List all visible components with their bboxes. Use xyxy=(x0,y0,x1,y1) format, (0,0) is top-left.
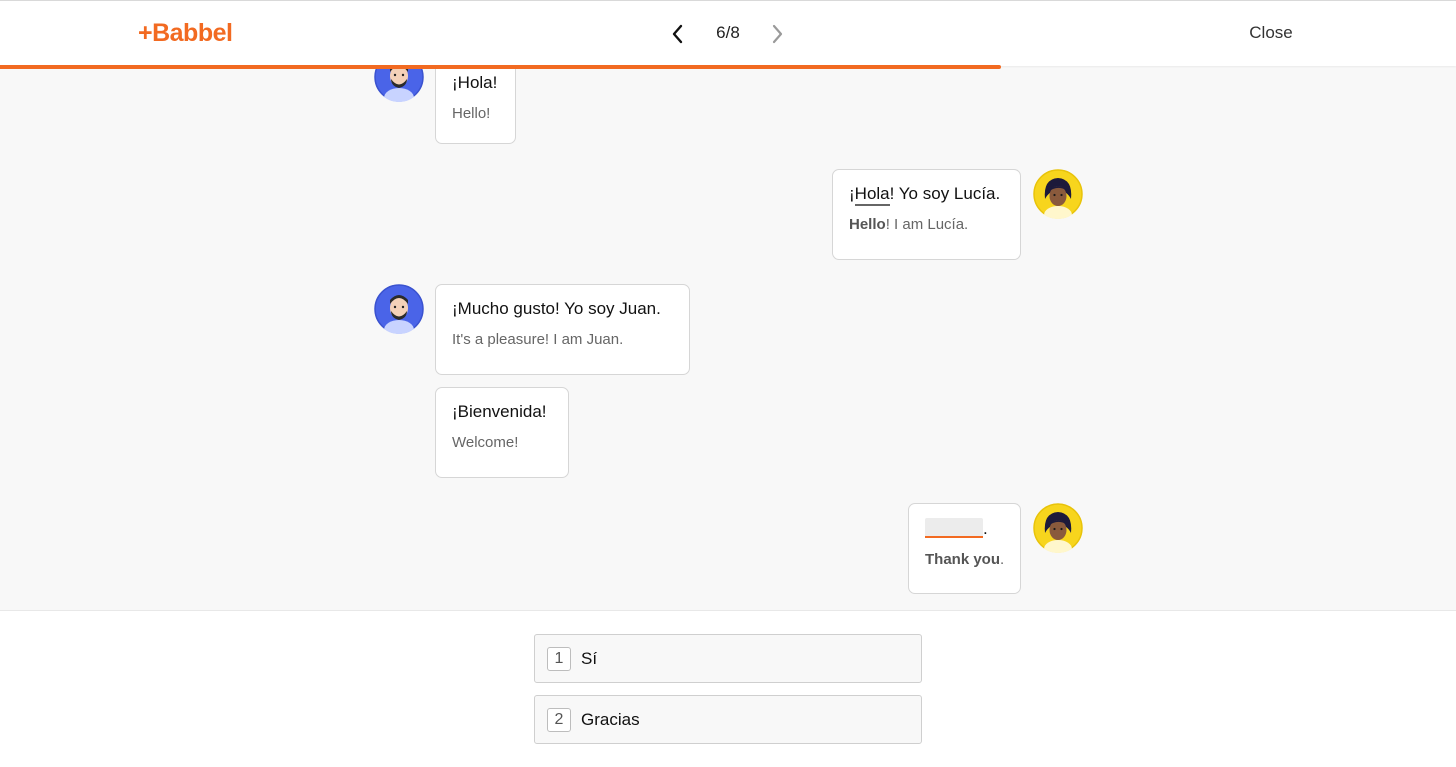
dialogue-area[interactable]: ¡Hola! Hello! ¡Hola! Yo soy Lucía. Hello… xyxy=(0,66,1456,610)
text-suffix: . xyxy=(983,519,988,538)
highlighted-word[interactable]: Hola xyxy=(854,184,890,206)
answer-blank[interactable] xyxy=(925,518,983,538)
translation-highlight: Thank you xyxy=(925,551,1001,568)
translation-rest: ! I am Lucía. xyxy=(885,216,969,233)
lesson-progress-bar xyxy=(0,65,1456,70)
spanish-text: ¡Bienvenida! xyxy=(452,402,547,421)
message-bubble[interactable]: ¡Hola! Yo soy Lucía. Hello! I am Lucía. xyxy=(832,169,1021,260)
spanish-text: ¡Hola! xyxy=(452,73,498,92)
next-button[interactable] xyxy=(765,21,789,47)
chevron-left-icon xyxy=(672,24,683,44)
option-number: 1 xyxy=(547,646,571,671)
option-gracias[interactable]: 2 Gracias xyxy=(534,695,922,744)
juan-avatar xyxy=(374,284,424,334)
option-label: Gracias xyxy=(581,709,640,729)
previous-button[interactable] xyxy=(666,21,690,47)
spanish-text: ¡Hola! Yo soy Lucía. xyxy=(849,184,1004,206)
option-label: Sí xyxy=(581,648,598,668)
translation-rest: . xyxy=(1000,551,1005,568)
message-bubble[interactable]: ¡Hola! Hello! xyxy=(435,66,516,144)
message-bubble[interactable]: ¡Mucho gusto! Yo soy Juan. It's a pleasu… xyxy=(435,284,690,375)
spanish-text: ¡Mucho gusto! Yo soy Juan. xyxy=(452,299,661,318)
answer-options-panel: 1 Sí 2 Gracias xyxy=(0,610,1456,767)
message-bubble[interactable]: . Thank you. xyxy=(908,503,1021,594)
spanish-text: . xyxy=(925,518,1004,539)
lucia-avatar xyxy=(1033,169,1083,219)
juan-avatar xyxy=(374,66,424,102)
option-number: 2 xyxy=(547,707,571,732)
chevron-right-icon xyxy=(772,24,783,44)
message-bubble[interactable]: ¡Bienvenida! Welcome! xyxy=(435,387,569,478)
lucia-avatar xyxy=(1033,503,1083,553)
english-translation: Welcome! xyxy=(452,434,519,451)
step-counter: 6/8 xyxy=(716,23,740,42)
translation-highlight: Hello xyxy=(849,216,886,233)
text-prefix: ¡ xyxy=(849,184,855,203)
english-translation: Thank you. xyxy=(925,551,1004,569)
top-bar: +Babbel 6/8 Close xyxy=(0,0,1456,66)
close-button[interactable]: Close xyxy=(1236,23,1306,43)
english-translation: Hello! I am Lucía. xyxy=(849,216,1004,234)
text-suffix: ! Yo soy Lucía. xyxy=(889,184,1001,203)
progress-fill xyxy=(0,65,1001,69)
option-si[interactable]: 1 Sí xyxy=(534,634,922,683)
english-translation: It's a pleasure! I am Juan. xyxy=(452,331,624,348)
english-translation: Hello! xyxy=(452,105,491,122)
babbel-logo[interactable]: +Babbel xyxy=(138,19,233,48)
